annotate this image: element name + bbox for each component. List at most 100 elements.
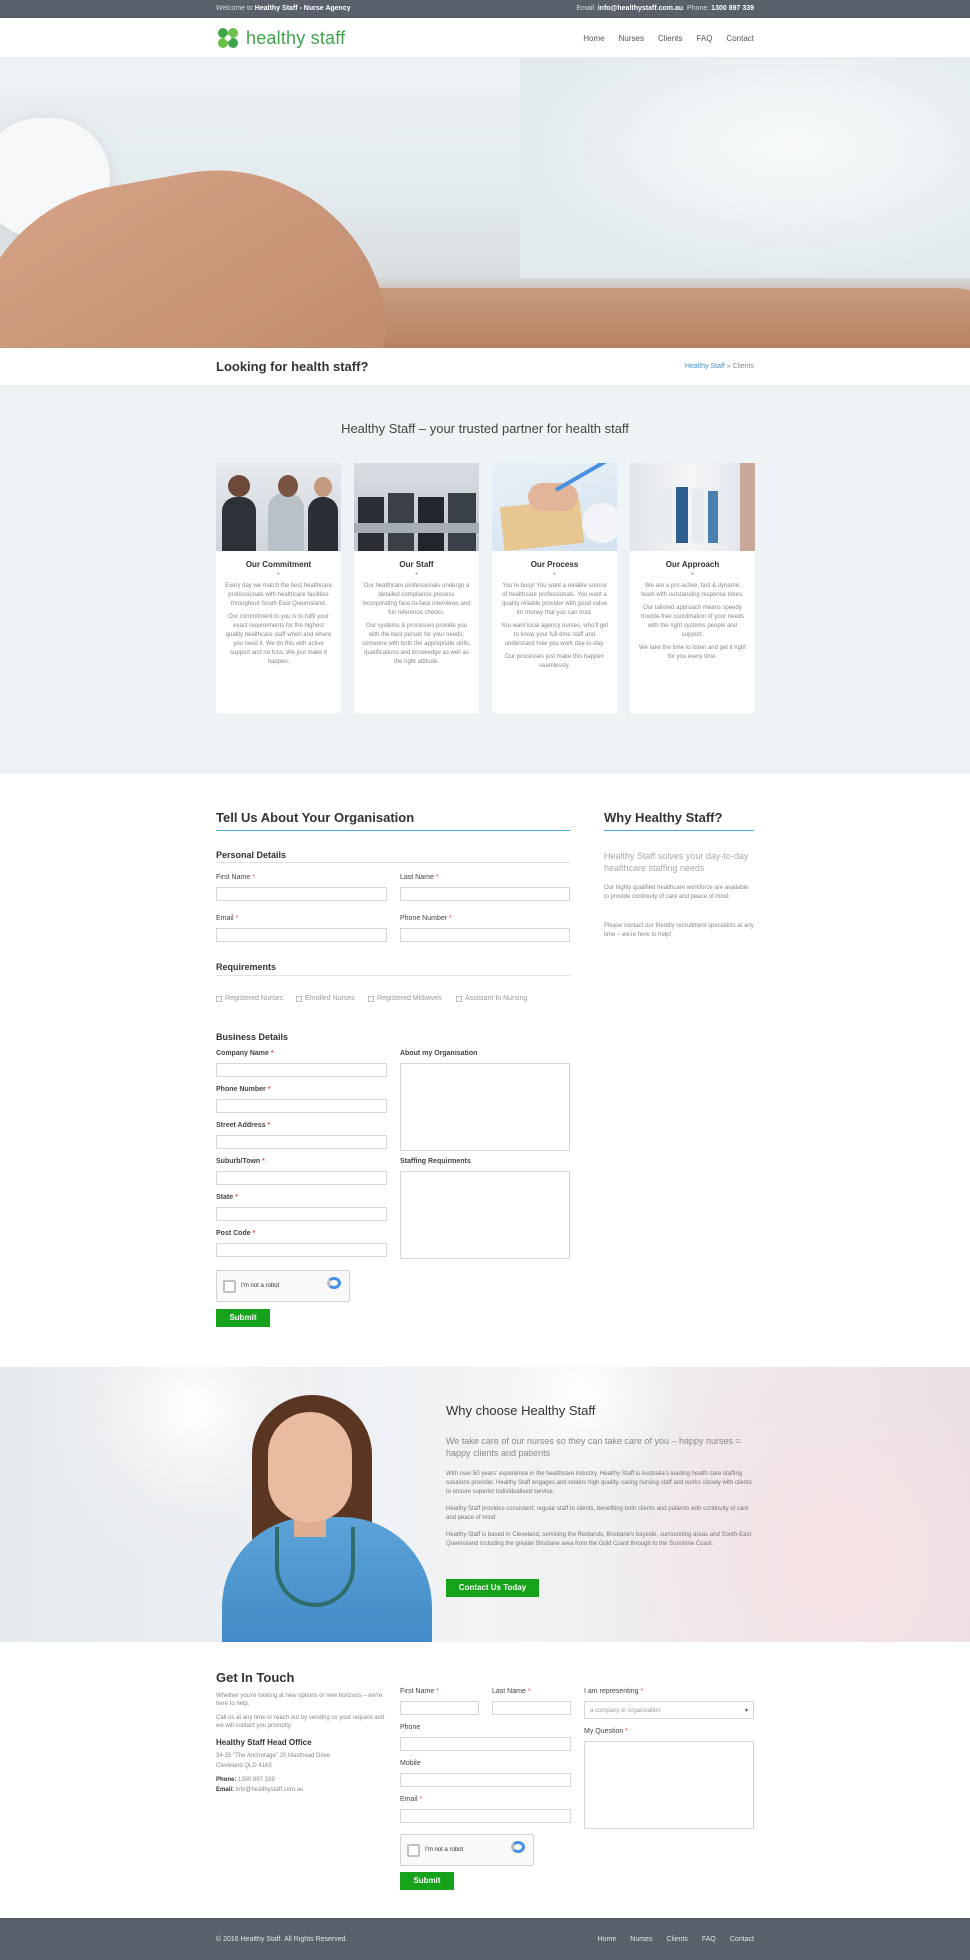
about-org-label: About my Organisation bbox=[400, 1050, 478, 1057]
personal-details-heading: Personal Details bbox=[216, 850, 287, 860]
contact-email-label: Email bbox=[400, 1796, 418, 1803]
partner-heading: Healthy Staff – your trusted partner for… bbox=[341, 421, 629, 436]
last-name-input[interactable] bbox=[400, 887, 570, 901]
page-title: Looking for health staff? bbox=[216, 359, 369, 374]
site-footer: © 2016 Healthy Staff. All Rights Reserve… bbox=[0, 1918, 970, 1960]
recaptcha-icon bbox=[327, 1277, 341, 1289]
card-text: Our processes just make this happen seam… bbox=[504, 654, 605, 669]
contact-mobile-input[interactable] bbox=[400, 1773, 571, 1787]
post-code-input[interactable] bbox=[216, 1243, 387, 1257]
nav-home[interactable]: Home bbox=[583, 34, 604, 43]
hero-image bbox=[0, 58, 970, 348]
welcome-brand: Healthy Staff - Nurse Agency bbox=[254, 5, 351, 12]
why-text: Please contact our friendly recruitment … bbox=[604, 923, 754, 938]
suburb-label: Suburb/Town bbox=[216, 1158, 261, 1165]
checkbox-registered-nurses[interactable]: Registered Nurses bbox=[216, 995, 283, 1002]
email-input[interactable] bbox=[216, 928, 387, 942]
contact-last-name-input[interactable] bbox=[492, 1701, 571, 1715]
phone-input[interactable] bbox=[400, 928, 570, 942]
contact-title: Get In Touch bbox=[216, 1670, 295, 1685]
card-image bbox=[492, 463, 617, 551]
checkbox-icon[interactable] bbox=[296, 995, 302, 1002]
representing-select[interactable]: a company or organisation ▾ bbox=[584, 1701, 754, 1719]
page: Welcome to Healthy Staff - Nurse Agency … bbox=[0, 0, 970, 1960]
recaptcha[interactable]: I'm not a robot bbox=[216, 1270, 350, 1302]
first-name-input[interactable] bbox=[216, 887, 387, 901]
suburb-input[interactable] bbox=[216, 1171, 387, 1185]
logo-text: healthy staff bbox=[246, 27, 346, 48]
business-phone-input[interactable] bbox=[216, 1099, 387, 1113]
card-title: Our Commitment bbox=[245, 560, 312, 569]
last-name-label: Last Name bbox=[400, 874, 434, 881]
chevron-down-icon: ▾ bbox=[744, 1708, 748, 1714]
office-phone[interactable]: 1300 897 339 bbox=[238, 1777, 275, 1783]
checkbox-icon[interactable] bbox=[456, 995, 462, 1002]
contact-last-name-label: Last Name bbox=[492, 1688, 526, 1695]
footer-nav: Home Nurses Clients FAQ Contact bbox=[598, 1936, 754, 1943]
state-input[interactable] bbox=[216, 1207, 387, 1221]
checkbox-registered-midwives[interactable]: Registered Midwives bbox=[368, 995, 442, 1002]
card-text: We are a pro-active, fast & dynamic team… bbox=[641, 583, 744, 598]
org-submit-button[interactable]: Submit bbox=[216, 1309, 270, 1327]
contact-text: Call us at any time or reach out by send… bbox=[216, 1715, 385, 1729]
street-address-label: Street Address bbox=[216, 1122, 266, 1129]
breadcrumb-home-link[interactable]: Healthy Staff bbox=[685, 363, 725, 370]
about-org-textarea[interactable] bbox=[400, 1063, 570, 1151]
logo[interactable]: healthy staff bbox=[216, 26, 345, 50]
question-textarea[interactable] bbox=[584, 1741, 754, 1829]
checkbox-assistant-in-nursing[interactable]: Assistant In Nursing bbox=[456, 995, 527, 1002]
footer-nav-home[interactable]: Home bbox=[598, 1936, 617, 1943]
card-text: You're busy! You want a reliable source … bbox=[501, 583, 608, 616]
contact-first-name-label: First Name bbox=[400, 1688, 435, 1695]
nav-contact[interactable]: Contact bbox=[726, 34, 754, 43]
contact-submit-button[interactable]: Submit bbox=[400, 1872, 454, 1890]
nav-clients[interactable]: Clients bbox=[658, 34, 682, 43]
staffing-textarea[interactable] bbox=[400, 1171, 570, 1259]
footer-nav-contact[interactable]: Contact bbox=[730, 1936, 754, 1943]
contact-email-input[interactable] bbox=[400, 1809, 571, 1823]
office-email[interactable]: info@healthystaff.com.au bbox=[236, 1787, 304, 1793]
recaptcha-checkbox[interactable] bbox=[407, 1844, 420, 1857]
checkbox-icon[interactable] bbox=[216, 995, 222, 1002]
top-bar: Welcome to Healthy Staff - Nurse Agency … bbox=[0, 0, 970, 18]
card-text: Our healthcare professionals undergo a d… bbox=[362, 583, 471, 616]
requirements-heading: Requirements bbox=[216, 962, 277, 972]
card-process: Our Process • You're busy! You want a re… bbox=[492, 463, 617, 713]
checkbox-enrolled-nurses[interactable]: Enrolled Nurses bbox=[296, 995, 355, 1002]
topbar-email-link[interactable]: info@healthystaff.com.au bbox=[598, 5, 683, 12]
nav-nurses[interactable]: Nurses bbox=[619, 34, 644, 43]
recaptcha-label: I'm not a robot bbox=[425, 1847, 464, 1853]
post-code-label: Post Code bbox=[216, 1230, 251, 1237]
card-image bbox=[630, 463, 755, 551]
recaptcha-label: I'm not a robot bbox=[241, 1283, 280, 1289]
breadcrumb-current: Clients bbox=[732, 363, 754, 370]
company-name-input[interactable] bbox=[216, 1063, 387, 1077]
contact-first-name-input[interactable] bbox=[400, 1701, 479, 1715]
contact-us-today-button[interactable]: Contact Us Today bbox=[446, 1579, 539, 1597]
nav-faq[interactable]: FAQ bbox=[696, 34, 712, 43]
breadcrumb-separator: » bbox=[726, 363, 731, 370]
footer-nav-faq[interactable]: FAQ bbox=[702, 1936, 716, 1943]
breadcrumb: Healthy Staff » Clients bbox=[685, 363, 754, 370]
card-title: Our Staff bbox=[399, 560, 434, 569]
card-title: Our Process bbox=[530, 560, 579, 569]
card-approach: Our Approach • We are a pro-active, fast… bbox=[630, 463, 755, 713]
footer-nav-nurses[interactable]: Nurses bbox=[630, 1936, 652, 1943]
contact-phone-label: Phone bbox=[400, 1724, 421, 1731]
logo-icon bbox=[218, 28, 238, 48]
office-address-line1: 34-35 "The Anchorage" 20 Masthead Drive bbox=[216, 1753, 330, 1759]
staffing-label: Staffing Requirments bbox=[400, 1158, 471, 1165]
contact-recaptcha[interactable]: I'm not a robot bbox=[400, 1834, 534, 1866]
checkbox-icon[interactable] bbox=[368, 995, 374, 1002]
business-details-heading: Business Details bbox=[216, 1032, 289, 1042]
contact-phone-input[interactable] bbox=[400, 1737, 571, 1751]
org-form-title: Tell Us About Your Organisation bbox=[216, 810, 415, 825]
why-choose-section: Why choose Healthy Staff We take care of… bbox=[0, 1367, 970, 1642]
street-address-input[interactable] bbox=[216, 1135, 387, 1149]
business-phone-label: Phone Number bbox=[216, 1086, 266, 1093]
recaptcha-checkbox[interactable] bbox=[223, 1280, 236, 1293]
footer-nav-clients[interactable]: Clients bbox=[666, 1936, 687, 1943]
office-title: Healthy Staff Head Office bbox=[216, 1738, 312, 1747]
site-header: healthy staff Home Nurses Clients FAQ Co… bbox=[0, 18, 970, 58]
topbar-phone-link[interactable]: 1300 897 339 bbox=[711, 5, 754, 12]
